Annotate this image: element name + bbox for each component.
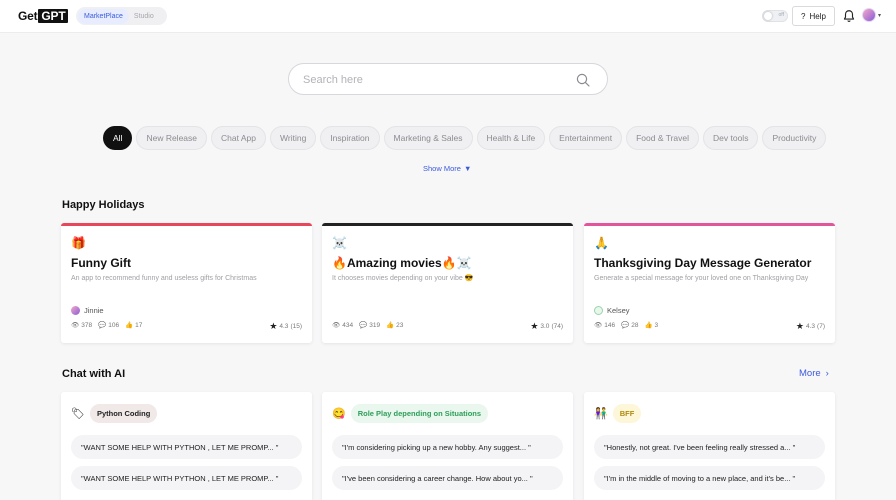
star-icon: ★ <box>530 321 539 331</box>
category-chip[interactable]: Inspiration <box>320 126 380 150</box>
chat-tag: Role Play depending on Situations <box>350 404 489 423</box>
chevron-down-icon[interactable]: ▾ <box>878 12 881 19</box>
card-title: 🔥Amazing movies🔥☠️ <box>332 256 472 270</box>
card-rating: ★ 3.0 (74) <box>530 321 563 331</box>
card-stats: 👁 434 💬 319 👍 23 <box>332 321 404 330</box>
more-link[interactable]: More › <box>799 368 829 379</box>
card-rating: ★ 4.3 (15) <box>269 321 302 331</box>
section-title-holidays: Happy Holidays <box>62 199 145 211</box>
card-accent-bar <box>322 223 573 226</box>
category-chip[interactable]: Dev tools <box>703 126 759 150</box>
prompt-suggestion[interactable]: "I've been considering a career change. … <box>332 466 563 490</box>
thumbs-up-icon: 👍 <box>125 322 134 329</box>
prompt-suggestion[interactable]: "Honestly, not great. I've been feeling … <box>594 435 825 459</box>
tab-marketplace[interactable]: MarketPlace <box>78 8 129 24</box>
card-title: Funny Gift <box>71 256 131 270</box>
app-card[interactable]: ☠️ 🔥Amazing movies🔥☠️ It chooses movies … <box>322 223 573 343</box>
prompt-suggestion[interactable]: "I'm in the middle of moving to a new pl… <box>594 466 825 490</box>
card-rating: ★ 4.3 (7) <box>795 321 825 331</box>
app-card[interactable]: 🎁 Funny Gift An app to recommend funny a… <box>61 223 312 343</box>
search-input[interactable] <box>303 72 563 88</box>
comment-icon: 💬 <box>621 322 630 329</box>
switch-knob <box>764 12 772 20</box>
card-author[interactable]: Jinnie <box>71 306 104 315</box>
card-accent-bar <box>584 223 835 226</box>
chat-card-header: 🏷 Python Coding <box>71 404 158 423</box>
chat-card-header: 😋 Role Play depending on Situations <box>332 404 489 423</box>
category-chip[interactable]: Entertainment <box>549 126 623 150</box>
eye-icon: 👁 <box>71 322 80 329</box>
star-icon: ★ <box>269 321 278 331</box>
eye-icon: 👁 <box>332 322 341 329</box>
star-icon: ★ <box>795 321 804 331</box>
thumbs-up-icon: 👍 <box>386 322 395 329</box>
help-button[interactable]: ? Help <box>792 6 835 26</box>
search-icon[interactable] <box>575 72 591 88</box>
card-accent-bar <box>61 223 312 226</box>
category-chip[interactable]: Writing <box>270 126 317 150</box>
category-chip[interactable]: Productivity <box>762 126 827 150</box>
prompt-suggestion[interactable]: "WANT SOME HELP WITH PYTHON , LET ME PRO… <box>71 466 302 490</box>
tab-studio[interactable]: Studio <box>129 9 159 24</box>
category-chip[interactable]: New Release <box>136 126 208 150</box>
card-stats: 👁 378 💬 106 👍 17 <box>71 321 143 330</box>
category-chip[interactable]: Chat App <box>211 126 266 150</box>
thumbs-up-icon: 👍 <box>644 322 653 329</box>
gift-icon: 🎁 <box>71 236 86 250</box>
chat-card[interactable]: 👫 BFF "Honestly, not great. I've been fe… <box>584 392 835 500</box>
card-description: Generate a special message for your love… <box>594 275 809 282</box>
yum-face-icon: 😋 <box>332 408 346 420</box>
category-chip[interactable]: Health & Life <box>476 126 546 150</box>
card-stats: 👁 146 💬 28 👍 3 <box>594 321 659 330</box>
card-title: Thanksgiving Day Message Generator <box>594 256 812 270</box>
comment-icon: 💬 <box>359 322 368 329</box>
card-author[interactable]: Kelsey <box>594 306 630 315</box>
bell-icon[interactable] <box>842 9 856 23</box>
friends-icon: 👫 <box>594 408 608 420</box>
chat-card[interactable]: 🏷 Python Coding "WANT SOME HELP WITH PYT… <box>61 392 312 500</box>
section-title-chat: Chat with AI <box>62 368 126 380</box>
avatar[interactable] <box>862 8 876 22</box>
prompt-suggestion[interactable]: "I'm considering picking up a new hobby.… <box>332 435 563 459</box>
show-more-button[interactable]: Show More ▼ <box>423 164 471 173</box>
top-header: Get GPT MarketPlace Studio off ? Help ▾ <box>0 0 896 33</box>
prompt-suggestion[interactable]: "WANT SOME HELP WITH PYTHON , LET ME PRO… <box>71 435 302 459</box>
category-chip[interactable]: Food & Travel <box>626 126 700 150</box>
chat-tag: BFF <box>612 404 642 423</box>
comment-icon: 💬 <box>98 322 107 329</box>
app-card[interactable]: 🙏 Thanksgiving Day Message Generator Gen… <box>584 223 835 343</box>
theme-switch[interactable]: off <box>762 10 788 22</box>
author-avatar <box>594 306 603 315</box>
chat-card[interactable]: 😋 Role Play depending on Situations "I'm… <box>322 392 573 500</box>
getgpt-logo[interactable]: Get GPT <box>18 8 69 24</box>
chevron-right-icon: › <box>825 368 829 379</box>
eye-icon: 👁 <box>594 322 603 329</box>
python-app-icon: 🏷 <box>71 408 85 420</box>
skull-crossbones-icon: ☠️ <box>332 236 347 250</box>
chat-card-header: 👫 BFF <box>594 404 642 423</box>
mode-toggle: MarketPlace Studio <box>76 7 167 25</box>
card-description: It chooses movies depending on your vibe… <box>332 275 474 282</box>
author-avatar <box>71 306 80 315</box>
search-bar <box>288 63 608 95</box>
category-chip[interactable]: Marketing & Sales <box>383 126 473 150</box>
question-icon: ? <box>801 11 806 21</box>
category-chips: All New Release Chat App Writing Inspira… <box>103 126 827 150</box>
card-description: An app to recommend funny and useless gi… <box>71 275 257 282</box>
praying-hands-icon: 🙏 <box>594 236 609 250</box>
caret-down-icon: ▼ <box>463 164 472 173</box>
category-chip-all[interactable]: All <box>103 126 133 150</box>
chat-tag: Python Coding <box>89 404 158 423</box>
